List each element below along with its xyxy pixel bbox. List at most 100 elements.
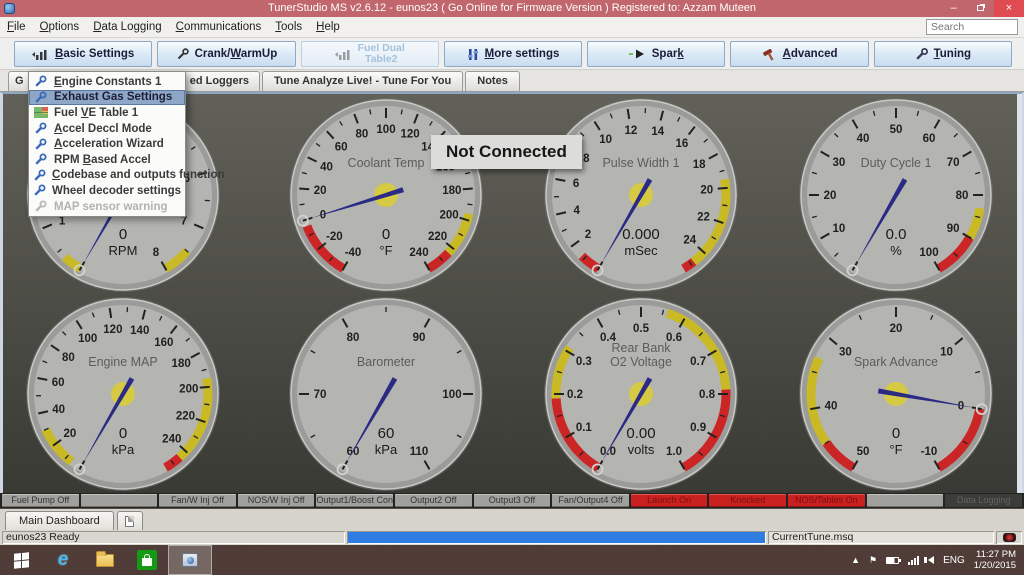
menu-item-fuel-ve-table-1[interactable]: Fuel VE Table 1 <box>29 105 185 121</box>
folder-icon <box>96 550 114 567</box>
svg-text:20: 20 <box>314 185 327 197</box>
restore-button[interactable] <box>967 0 994 17</box>
wrench-icon <box>33 153 48 166</box>
svg-text:-40: -40 <box>345 247 362 259</box>
menu-file[interactable]: File <box>0 17 33 37</box>
svg-text:%: % <box>890 243 902 258</box>
spark-button[interactable]: Spark <box>587 41 726 67</box>
svg-text:Engine MAP: Engine MAP <box>88 355 157 369</box>
gauge-coolant-temp: -40-20020406080100120140160180200220240C… <box>286 95 486 295</box>
svg-text:180: 180 <box>172 358 191 370</box>
menu-item-exhaust-gas-settings[interactable]: Exhaust Gas Settings <box>29 89 185 106</box>
svg-text:24: 24 <box>683 234 696 246</box>
file-explorer-button[interactable] <box>84 545 126 575</box>
svg-text:80: 80 <box>347 332 360 344</box>
svg-text:22: 22 <box>697 211 710 223</box>
search-input[interactable] <box>926 19 1018 35</box>
wrench-icon <box>33 184 46 197</box>
button-label: Spark <box>651 48 684 60</box>
language-indicator[interactable]: ENG <box>943 555 965 566</box>
gauge-barometer: 60 70 80 90 100 110 Barometer 60 kPa <box>286 294 486 494</box>
menu-item-accel-deccl-mode[interactable]: Accel Deccl Mode <box>29 121 185 137</box>
menu-options[interactable]: Options <box>33 17 87 37</box>
svg-text:220: 220 <box>176 410 195 422</box>
network-signal-icon[interactable] <box>908 555 920 565</box>
menu-item-label: Engine Constants 1 <box>54 75 162 88</box>
clock[interactable]: 11:27 PM 1/20/2015 <box>974 549 1016 571</box>
more-settings-button[interactable]: More settings <box>443 41 583 67</box>
gauge-rear-bank-o2-voltage: 0.0 0.1 0.2 0.3 0.4 0.5 0.6 0.7 0.8 0.9 1.0 Rear Ba… <box>541 294 741 494</box>
wrench-dark-icon <box>915 47 928 61</box>
indicator-output1-boost-cont: Output1/Boost Cont <box>316 494 394 507</box>
tab-notes[interactable]: Notes <box>465 71 520 91</box>
svg-text:20: 20 <box>824 190 837 202</box>
svg-text:0.000: 0.000 <box>622 226 660 243</box>
svg-text:Barometer: Barometer <box>357 355 415 369</box>
svg-text:12: 12 <box>624 125 637 137</box>
burn-icon <box>1002 533 1016 542</box>
hammer-icon <box>762 48 777 61</box>
window-title: TunerStudio MS v2.6.12 - eunos23 ( Go On… <box>267 2 757 14</box>
menu-item-label: Acceleration Wizard <box>54 138 164 151</box>
dashboard-tab-bar: Main Dashboard <box>0 508 1024 530</box>
tab-main-dashboard[interactable]: Main Dashboard <box>5 511 114 530</box>
internet-explorer-button[interactable]: e <box>42 545 84 575</box>
svg-text:160: 160 <box>154 337 173 349</box>
advanced-button[interactable]: Advanced <box>730 41 869 67</box>
screen: TunerStudio MS v2.6.12 - eunos23 ( Go On… <box>0 0 1024 575</box>
progress-bar <box>347 531 766 544</box>
menu-tools[interactable]: Tools <box>268 17 309 37</box>
burn-status-cell <box>996 531 1022 544</box>
svg-text:0.00: 0.00 <box>626 425 655 442</box>
tray-expand-icon[interactable]: ▲ <box>851 555 860 565</box>
svg-text:0.8: 0.8 <box>699 389 716 401</box>
svg-text:240: 240 <box>162 433 181 445</box>
indicator-output2-off: Output2 Off <box>395 494 472 507</box>
menu-item-rpm-based-accel[interactable]: RPM Based Accel <box>29 152 185 168</box>
menu-item-label: Wheel decoder settings <box>52 184 182 197</box>
menu-item-label: Accel Deccl Mode <box>54 122 152 135</box>
menu-item-label: Fuel VE Table 1 <box>54 106 139 119</box>
svg-text:-20: -20 <box>326 231 343 243</box>
basic-settings-button[interactable]: Basic Settings <box>14 41 153 67</box>
window-controls: – × <box>940 0 1024 17</box>
svg-text:RPM: RPM <box>109 243 138 258</box>
crank-warmup-button[interactable]: Crank/WarmUp <box>157 41 296 67</box>
svg-text:0.9: 0.9 <box>690 422 706 434</box>
svg-text:°F: °F <box>379 243 392 258</box>
action-center-flag-icon[interactable]: ⚑ <box>869 555 877 566</box>
svg-text:Rear Bank: Rear Bank <box>611 341 671 355</box>
menu-communications[interactable]: Communications <box>169 17 269 37</box>
table-icon <box>33 107 48 119</box>
start-button[interactable] <box>0 545 42 575</box>
spark-arrows-icon <box>628 49 646 59</box>
new-dashboard-tab-button[interactable] <box>116 511 143 530</box>
tunerstudio-taskbar-button[interactable] <box>168 545 212 575</box>
spark-plug-icon <box>176 47 189 61</box>
indicator-nos-tables-on: NOS/Tables On <box>788 494 865 507</box>
windows-store-button[interactable] <box>126 545 168 575</box>
svg-text:100: 100 <box>442 389 461 401</box>
svg-text:60: 60 <box>923 133 936 145</box>
status-message: eunos23 Ready <box>2 531 345 544</box>
close-button[interactable]: × <box>994 0 1024 17</box>
svg-text:0: 0 <box>119 226 127 243</box>
svg-text:70: 70 <box>314 389 327 401</box>
menu-item-codebase-and-outputs-function[interactable]: Codebase and outputs function <box>29 168 225 184</box>
menubar: File Options Data Logging Communications Too… <box>0 17 1024 38</box>
menu-item-acceleration-wizard[interactable]: Acceleration Wizard <box>29 136 185 152</box>
battery-icon[interactable] <box>886 556 902 564</box>
speaker-icon[interactable] <box>924 556 935 564</box>
svg-text:0: 0 <box>958 400 964 412</box>
menu-item-engine-constants-1[interactable]: Engine Constants 1 <box>29 74 185 90</box>
svg-text:10: 10 <box>832 223 845 235</box>
menu-item-wheel-decoder-settings[interactable]: Wheel decoder settings <box>29 183 185 199</box>
tab-tune-analyze-live-tune-for-you[interactable]: Tune Analyze Live! - Tune For You <box>262 71 464 91</box>
tuning-button[interactable]: Tuning <box>873 41 1012 67</box>
wrench-icon <box>33 91 48 104</box>
svg-text:0.3: 0.3 <box>576 356 592 368</box>
menu-data-logging[interactable]: Data Logging <box>86 17 168 37</box>
svg-text:-10: -10 <box>921 446 938 458</box>
menu-help[interactable]: Help <box>309 17 347 37</box>
minimize-button[interactable]: – <box>940 0 967 17</box>
